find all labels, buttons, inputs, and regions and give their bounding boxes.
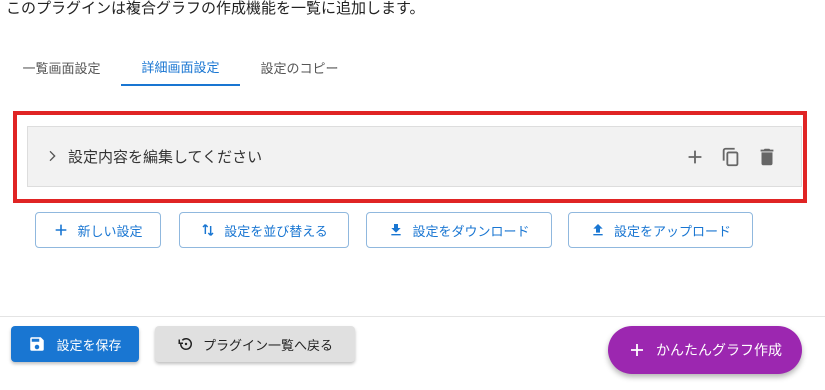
history-icon (178, 338, 192, 350)
save-icon (30, 337, 45, 351)
plugin-description: このプラグインは複合グラフの作成機能を一覧に追加します。 (6, 0, 425, 17)
accordion-title: 設定内容を編集してください (68, 148, 263, 166)
upload-settings-label: 設定をアップロード (613, 224, 731, 240)
download-settings-label: 設定をダウンロード (412, 224, 530, 240)
upload-settings-button[interactable]: 設定をアップロード (568, 212, 753, 248)
plus-icon (56, 224, 67, 236)
download-settings-button[interactable]: 設定をダウンロード (366, 212, 552, 248)
save-settings-button[interactable]: 設定を保存 (11, 326, 139, 362)
save-settings-label: 設定を保存 (56, 338, 122, 354)
new-setting-button[interactable]: 新しい設定 (35, 212, 161, 248)
upload-icon (593, 224, 603, 236)
back-to-plugin-list-button[interactable]: プラグイン一覧へ戻る (155, 326, 355, 362)
chevron-right-icon[interactable] (44, 148, 60, 164)
tab-list-settings[interactable]: 一覧画面設定 (4, 48, 119, 86)
easy-graph-create-label: かんたんグラフ作成 (656, 343, 782, 359)
easy-graph-create-button[interactable]: かんたんグラフ作成 (608, 326, 802, 374)
download-icon (391, 224, 402, 236)
tab-detail-settings[interactable]: 詳細画面設定 (121, 48, 240, 86)
reorder-settings-button[interactable]: 設定を並び替える (179, 212, 349, 248)
copy-icon[interactable] (720, 146, 742, 168)
reorder-settings-label: 設定を並び替える (224, 224, 328, 240)
delete-icon[interactable] (756, 146, 778, 168)
new-setting-label: 新しい設定 (77, 224, 143, 240)
swap-vertical-icon (202, 224, 214, 236)
plus-icon (631, 344, 643, 356)
add-icon[interactable] (684, 146, 706, 168)
back-to-plugin-list-label: プラグイン一覧へ戻る (202, 338, 333, 354)
footer-divider (0, 316, 825, 317)
tab-copy-settings[interactable]: 設定のコピー (242, 48, 357, 86)
setting-accordion[interactable]: 設定内容を編集してください (27, 126, 802, 187)
